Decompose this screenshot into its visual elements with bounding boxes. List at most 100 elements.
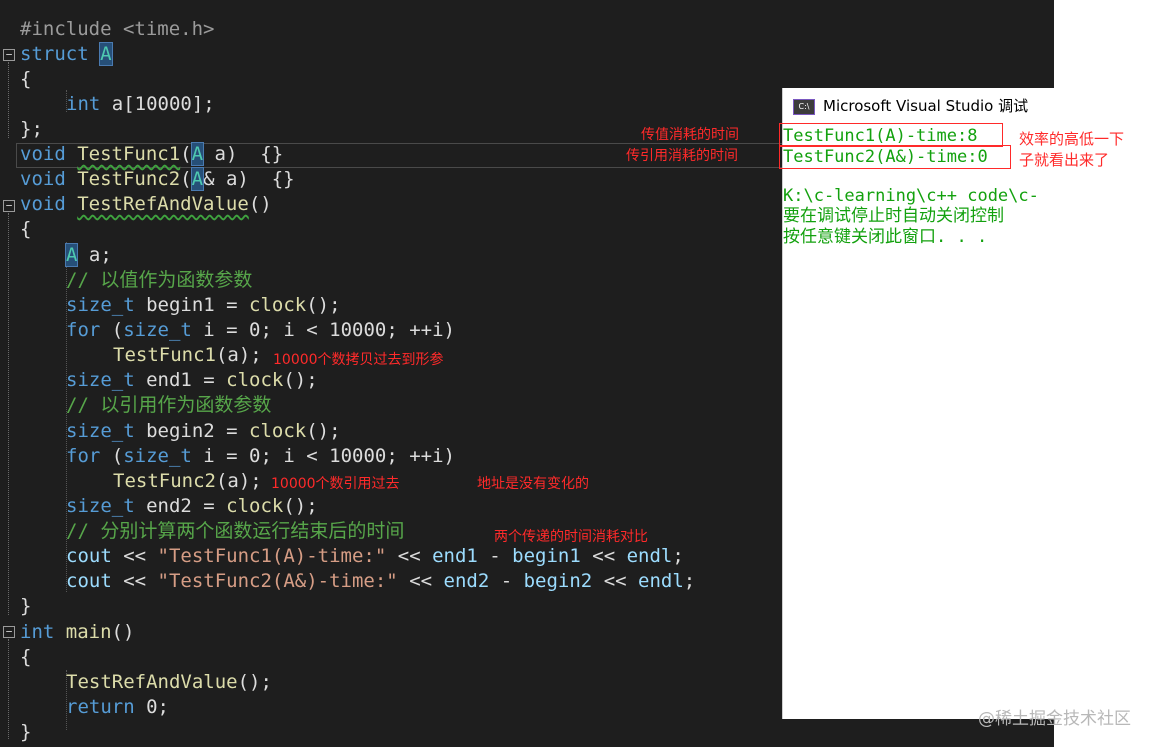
annotation-efficiency-2: 子就看出来了 xyxy=(1019,151,1110,169)
console-message-line: 要在调试停止时自动关闭控制 xyxy=(783,206,1004,226)
preprocessor-directive: #include <time.h> xyxy=(20,18,215,40)
type-name: A xyxy=(64,243,79,267)
identifier: endl xyxy=(638,570,684,592)
identifier: end2 xyxy=(443,570,490,592)
identifier: begin2 xyxy=(523,570,593,592)
annotation-compare-note: 两个传递的时间消耗对比 xyxy=(494,529,648,545)
code-text: end1 = xyxy=(134,369,227,391)
keyword: for xyxy=(66,445,101,467)
comment: // 分别计算两个函数运行结束后的时间 xyxy=(66,520,405,542)
identifier: begin1 xyxy=(512,545,581,567)
fold-collapse-icon[interactable]: − xyxy=(3,49,15,61)
code-text: () xyxy=(111,621,135,643)
keyword: return xyxy=(66,696,135,718)
fold-guide xyxy=(8,62,9,138)
code-text: i = 0; i < 10000; ++i) xyxy=(191,445,455,467)
code-text: begin2 = xyxy=(134,420,250,442)
code-text: (a); xyxy=(215,470,262,492)
annotation-value-cost: 传值消耗的时间 xyxy=(641,127,739,143)
comment: // 以引用作为函数参数 xyxy=(66,394,272,416)
identifier: endl xyxy=(626,545,673,567)
code-text: (); xyxy=(306,420,341,442)
keyword: int xyxy=(20,621,55,643)
code-text: - xyxy=(489,570,524,592)
code-text: << xyxy=(397,570,444,592)
code-text: (a); xyxy=(215,344,262,366)
code-text: begin1 = xyxy=(134,294,250,316)
function-name: clock xyxy=(249,294,307,316)
function-name: TestFunc2 xyxy=(113,470,216,492)
function-name: TestFunc1 xyxy=(113,344,216,366)
code-text: << xyxy=(386,545,433,567)
code-text: a[10000]; xyxy=(100,93,215,115)
function-name: TestFunc2 xyxy=(77,168,181,190)
watermark: @稀土掘金技术社区 xyxy=(978,709,1131,729)
code-text: a; xyxy=(77,244,112,266)
string-literal: "TestFunc2(A&)-time:" xyxy=(157,570,398,592)
keyword: for xyxy=(66,319,101,341)
string-literal: "TestFunc1(A)-time:" xyxy=(157,545,387,567)
fold-collapse-icon[interactable]: − xyxy=(3,200,15,212)
code-text: ( xyxy=(100,445,124,467)
code-text: i = 0; i < 10000; ++i) xyxy=(191,319,455,341)
identifier: end1 xyxy=(432,545,478,567)
code-text: << xyxy=(111,570,158,592)
code-text: & a) {} xyxy=(203,168,295,190)
type-name: A xyxy=(190,167,205,191)
function-name: clock xyxy=(226,369,284,391)
code-text: (); xyxy=(306,294,341,316)
brace: { xyxy=(20,68,32,90)
code-text: a) {} xyxy=(203,143,284,165)
code-text: ( xyxy=(180,168,192,190)
console-title-bar: C:\ Microsoft Visual Studio 调试 xyxy=(793,96,1028,116)
function-name: clock xyxy=(226,495,284,517)
debug-console-window[interactable]: C:\ Microsoft Visual Studio 调试 TestFunc1(… xyxy=(782,88,1055,719)
code-text: ( xyxy=(100,319,124,341)
function-name: TestRefAndValue xyxy=(66,671,238,693)
highlight-box-reference xyxy=(779,145,1011,169)
brace: } xyxy=(20,721,32,743)
identifier: cout xyxy=(66,545,112,567)
code-text: ( xyxy=(180,143,192,165)
keyword: size_t xyxy=(123,319,192,341)
code-text: << xyxy=(592,570,639,592)
code-text: 0; xyxy=(134,696,169,718)
function-name: main xyxy=(65,621,112,643)
code-text: (); xyxy=(283,495,318,517)
code-text: - xyxy=(477,545,513,567)
code-text: ; xyxy=(672,545,684,567)
code-text: () xyxy=(248,193,272,215)
fold-collapse-icon[interactable]: − xyxy=(3,626,15,638)
brace: { xyxy=(20,218,32,240)
annotation-efficiency-1: 效率的高低一下 xyxy=(1019,130,1125,148)
code-text: (); xyxy=(283,369,318,391)
fold-guide xyxy=(8,213,9,615)
keyword: size_t xyxy=(66,495,135,517)
code-text: end2 = xyxy=(134,495,227,517)
type-name: A xyxy=(190,142,205,166)
comment: // 以值作为函数参数 xyxy=(66,269,253,291)
annotation-ref-note: 10000个数引用过去 xyxy=(271,476,400,492)
identifier: cout xyxy=(66,570,112,592)
function-name: clock xyxy=(249,420,307,442)
keyword: int xyxy=(66,93,101,115)
brace: } xyxy=(20,595,32,617)
keyword: struct xyxy=(20,43,101,65)
brace: }; xyxy=(20,118,43,140)
console-message-line: 按任意键关闭此窗口. . . xyxy=(783,227,988,247)
type-name: A xyxy=(99,42,113,66)
fold-guide xyxy=(8,639,9,739)
keyword: size_t xyxy=(66,420,135,442)
annotation-ref-cost: 传引用消耗的时间 xyxy=(626,148,738,164)
keyword: void xyxy=(20,193,66,215)
keyword: void xyxy=(20,143,66,165)
keyword: size_t xyxy=(66,294,135,316)
highlight-box-value xyxy=(779,123,1003,147)
console-title: Microsoft Visual Studio 调试 xyxy=(823,97,1029,115)
code-text: ; xyxy=(683,570,696,592)
code-text: << xyxy=(111,545,158,567)
